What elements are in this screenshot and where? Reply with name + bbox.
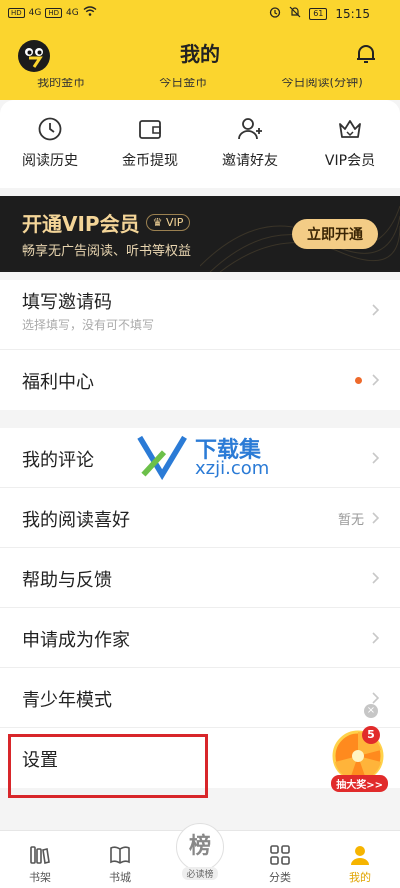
chevron-right-icon (372, 452, 380, 464)
tab-label: 书架 (29, 871, 51, 884)
shortcut-invite-friends[interactable]: 邀请好友 (205, 116, 295, 188)
chevron-right-icon (372, 304, 380, 316)
open-vip-button[interactable]: 立即开通 (292, 219, 378, 249)
vip-title: 开通VIP会员 ♛ VIP (22, 208, 191, 237)
tab-label: 分类 (269, 871, 291, 884)
list-item-welfare-center[interactable]: 福利中心 (0, 350, 400, 410)
page-title: 我的 (180, 42, 220, 66)
shortcut-label: VIP会员 (324, 153, 376, 169)
vip-tag: ♛ VIP (145, 214, 191, 231)
shortcut-label: 阅读历史 (22, 153, 78, 169)
row-label: 填写邀请码 (22, 292, 112, 313)
sim1-badge: HD (8, 7, 25, 18)
tab-bookstore[interactable]: 书城 (80, 831, 160, 888)
red-dot-badge (355, 377, 362, 384)
shortcut-reading-history[interactable]: 阅读历史 (5, 116, 95, 188)
status-time: 15:15 (335, 6, 370, 21)
mute-icon (289, 6, 301, 21)
stat-today-reading-label: 今日阅读(分钟) (281, 78, 363, 89)
clock-icon (38, 117, 62, 141)
stat-my-coins-label: 我的金币 (37, 78, 86, 89)
chevron-right-icon (372, 374, 380, 386)
shortcut-vip-member[interactable]: VIP会员 (305, 116, 395, 188)
list-item-invite-code[interactable]: 填写邀请码 选择填写，没有可不填写 (0, 280, 400, 350)
highlight-box (8, 734, 208, 798)
vip-banner[interactable]: 开通VIP会员 ♛ VIP 畅享无广告阅读、听书等权益 立即开通 (0, 196, 400, 272)
shortcut-label: 金币提现 (122, 153, 178, 169)
row-label: 我的评论 (22, 450, 94, 471)
signal2: 4G (66, 7, 79, 18)
shortcut-bar: 阅读历史 金币提现 邀请好友 VIP会员 (0, 100, 400, 188)
lottery-close-button[interactable]: × (364, 704, 378, 718)
user-icon (351, 846, 369, 865)
crown-icon (339, 120, 361, 138)
tab-label: 必读榜 (182, 867, 218, 880)
row-label: 青少年模式 (22, 690, 112, 711)
tab-bookshelf[interactable]: 书架 (0, 831, 80, 888)
row-label: 申请成为作家 (22, 630, 130, 651)
list-item-become-author[interactable]: 申请成为作家 (0, 608, 400, 668)
book-icon (110, 846, 130, 864)
status-bar: HD 4G HD 4G 61 15:15 (0, 0, 400, 30)
lottery-count-badge: 5 (362, 726, 380, 744)
signal1: 4G (28, 7, 42, 18)
header: HD 4G HD 4G 61 15:15 我的 我的金币 今日金币 今日阅读(分… (0, 0, 400, 100)
tab-ranking[interactable]: 榜 必读榜 (160, 823, 240, 888)
watermark-logo-icon (137, 435, 187, 480)
tab-mine[interactable]: 我的 (320, 831, 400, 888)
stat-today-coins-label: 今日金币 (159, 78, 208, 89)
vip-tag-text: VIP (165, 216, 184, 229)
tab-label: 书城 (109, 871, 131, 884)
rank-icon: 榜 (176, 823, 224, 871)
row-label: 帮助与反馈 (22, 570, 112, 591)
rank-glyph: 榜 (188, 834, 211, 859)
list-item-teen-mode[interactable]: 青少年模式 (0, 668, 400, 728)
watermark-url: xzji.com (195, 458, 270, 479)
lottery-label[interactable]: 抽大奖>> (331, 775, 388, 792)
wallet-icon (139, 120, 161, 139)
row-subtitle: 选择填写，没有可不填写 (22, 318, 155, 332)
section-invite-welfare: 填写邀请码 选择填写，没有可不填写 福利中心 (0, 280, 400, 410)
grid-icon (270, 845, 290, 865)
vip-title-text: 开通VIP会员 (22, 212, 140, 236)
chevron-right-icon (372, 632, 380, 644)
row-label: 我的阅读喜好 (22, 510, 130, 531)
list-item-reading-preference[interactable]: 我的阅读喜好 暂无 (0, 488, 400, 548)
chevron-right-icon (372, 572, 380, 584)
row-value: 暂无 (337, 513, 364, 528)
sim2-badge: HD (45, 7, 63, 18)
chevron-right-icon (372, 512, 380, 524)
tab-category[interactable]: 分类 (240, 831, 320, 888)
shortcut-label: 邀请好友 (222, 153, 278, 169)
bookshelf-icon (30, 846, 50, 864)
notification-bell-icon[interactable] (354, 42, 378, 66)
chevron-right-icon (372, 692, 380, 704)
alarm-icon (269, 6, 281, 21)
battery-indicator: 61 (309, 7, 328, 20)
wifi-icon (83, 6, 97, 19)
add-user-icon (238, 118, 262, 140)
header-stats: 我的金币 今日金币 今日阅读(分钟) (0, 78, 400, 92)
list-item-help-feedback[interactable]: 帮助与反馈 (0, 548, 400, 608)
shortcut-coin-withdraw[interactable]: 金币提现 (105, 116, 195, 188)
bottom-tab-bar: 书架 书城 榜 必读榜 分类 我的 (0, 823, 400, 888)
row-label: 福利中心 (22, 372, 94, 393)
vip-subtitle: 畅享无广告阅读、听书等权益 (22, 244, 192, 259)
tab-label: 我的 (349, 871, 371, 884)
